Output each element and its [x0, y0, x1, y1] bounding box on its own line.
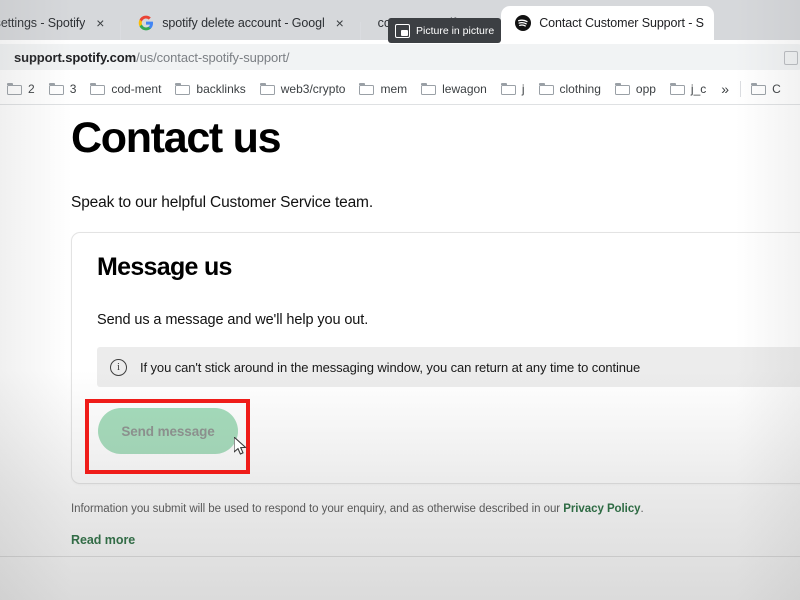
tab-title: Contact Customer Support - S — [539, 16, 704, 30]
folder-icon — [614, 82, 630, 95]
browser-window: vacy settings - Spotify×spotify delete a… — [0, 0, 800, 600]
bookmark-label: j — [521, 81, 525, 96]
bookmarks-separator — [740, 80, 742, 97]
privacy-footnote: Information you submit will be used to r… — [71, 503, 644, 515]
info-circle-icon: i — [110, 358, 127, 376]
picture-in-picture-tooltip-label: Picture in picture — [416, 24, 495, 37]
folder-icon — [538, 82, 554, 95]
bookmark-label: C — [772, 81, 781, 96]
bookmark-label: backlinks — [196, 81, 246, 96]
privacy-policy-link[interactable]: Privacy Policy — [563, 503, 640, 515]
url-bar: support.spotify.com/us/contact-spotify-s… — [0, 40, 800, 74]
bookmark-folder[interactable]: mem — [352, 77, 414, 101]
bookmark-label: mem — [380, 81, 408, 96]
tab-title: spotify delete account - Googl — [162, 16, 325, 30]
bookmark-label: cod-ment — [111, 81, 162, 96]
privacy-footnote-period: . — [640, 503, 644, 515]
card-title: Message us — [97, 253, 232, 281]
folder-icon — [175, 82, 191, 95]
bookmark-folder[interactable]: C — [744, 77, 788, 101]
tab-close-icon[interactable]: × — [333, 16, 347, 30]
bookmark-label: opp — [635, 81, 656, 96]
google-icon — [139, 15, 154, 31]
bookmark-label: lewagon — [442, 81, 487, 96]
bookmark-label: 3 — [69, 81, 77, 96]
tab-close-icon[interactable]: × — [93, 16, 107, 30]
bookmarks-bar: 2 3 cod-ment backlinks web3/crypto mem lewagon… — [0, 74, 800, 105]
message-us-card: Message us Send us a message and we'll h… — [71, 232, 800, 484]
bookmarks-overflow-button[interactable]: » — [713, 81, 737, 97]
address-input[interactable]: support.spotify.com/us/contact-spotify-s… — [0, 44, 800, 70]
bookmark-folder[interactable]: j_c — [663, 77, 713, 101]
tab-title: vacy settings - Spotify — [0, 16, 86, 30]
bookmark-label: clothing — [559, 81, 601, 96]
tab-separator — [359, 22, 361, 40]
url-host: support.spotify.com — [14, 49, 137, 65]
bookmark-label: 2 — [28, 81, 35, 96]
folder-icon — [359, 82, 375, 95]
mouse-cursor — [234, 437, 247, 455]
bookmark-folder[interactable]: j — [494, 77, 532, 101]
browser-tab[interactable]: spotify delete account - Googl × — [124, 6, 357, 40]
page-subtitle: Speak to our helpful Customer Service te… — [71, 194, 373, 211]
spotify-icon — [515, 15, 532, 31]
info-banner-text: If you can't stick around in the messagi… — [140, 359, 641, 375]
browser-tab[interactable]: vacy settings - Spotify × — [0, 6, 118, 40]
privacy-footnote-text: Information you submit will be used to r… — [71, 503, 564, 515]
picture-in-picture-tooltip[interactable]: Picture in picture — [388, 18, 502, 43]
bookmark-folder[interactable]: web3/crypto — [253, 77, 353, 101]
bookmark-folder[interactable]: backlinks — [168, 77, 252, 101]
folder-icon — [500, 82, 516, 95]
bookmark-star-icon[interactable] — [784, 51, 798, 65]
folder-icon — [421, 82, 437, 95]
picture-in-picture-icon — [395, 23, 410, 38]
bookmark-folder[interactable]: clothing — [532, 77, 608, 101]
bookmark-folder[interactable]: lewagon — [414, 77, 494, 101]
tab-separator — [120, 22, 122, 40]
read-more-link[interactable]: Read more — [71, 533, 135, 547]
page-title: Contact us — [71, 114, 281, 162]
folder-icon — [751, 82, 767, 95]
folder-icon — [7, 82, 22, 95]
card-subtitle: Send us a message and we'll help you out… — [97, 312, 369, 328]
bookmark-folder[interactable]: 2 — [0, 77, 42, 101]
bookmark-folder[interactable]: 3 — [42, 77, 84, 101]
page-content: Contact us Speak to our helpful Customer… — [0, 105, 800, 600]
folder-icon — [259, 82, 275, 95]
bookmark-label: web3/crypto — [280, 81, 346, 96]
folder-icon — [90, 82, 106, 95]
bookmark-label: j_c — [690, 81, 707, 96]
url-text: support.spotify.com/us/contact-spotify-s… — [14, 50, 289, 65]
folder-icon — [48, 82, 64, 95]
folder-icon — [669, 82, 685, 95]
send-message-button[interactable]: Send message — [98, 408, 238, 454]
bookmark-folder[interactable]: cod-ment — [83, 77, 168, 101]
browser-tab[interactable]: Contact Customer Support - S — [501, 6, 714, 40]
url-path: /us/contact-spotify-support/ — [136, 49, 290, 65]
info-banner: i If you can't stick around in the messa… — [97, 347, 800, 387]
bookmark-folder[interactable]: opp — [608, 77, 663, 101]
